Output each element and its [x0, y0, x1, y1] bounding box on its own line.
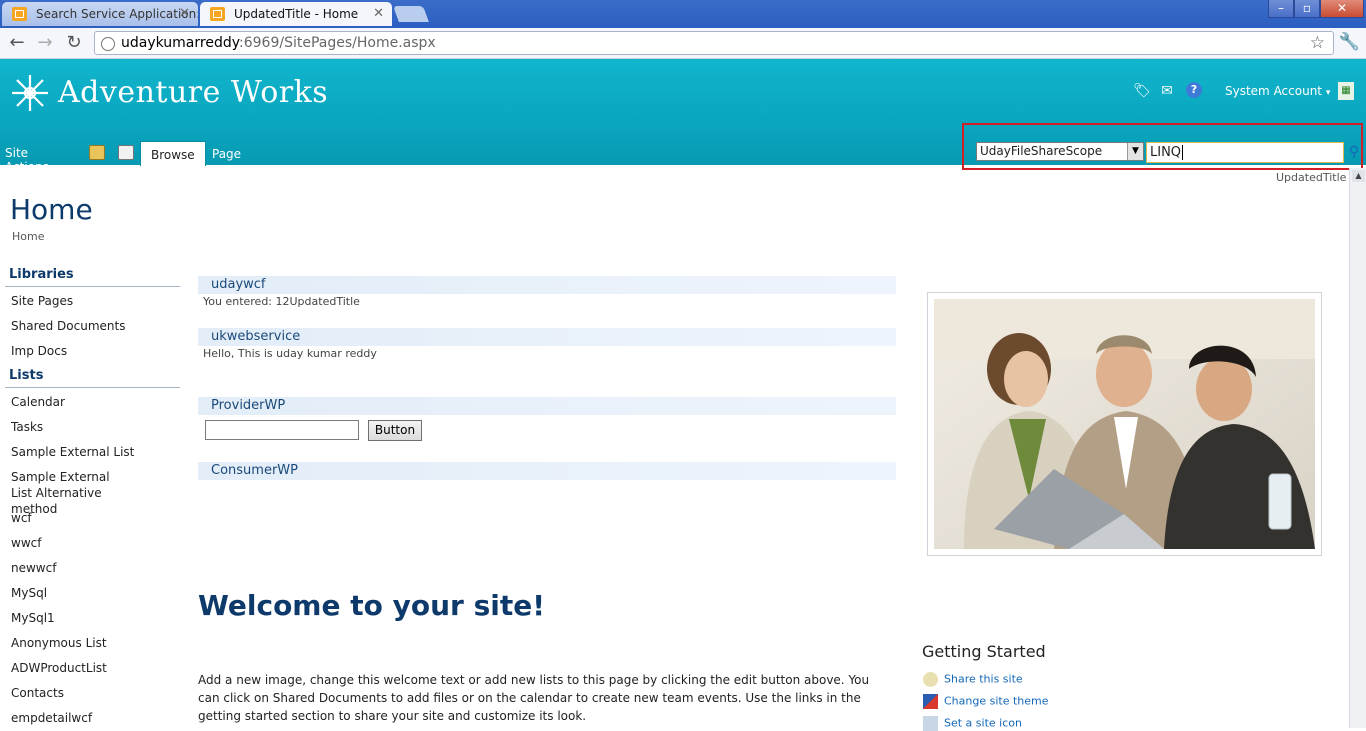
sidebar-item-wwcf[interactable]: wwcf — [11, 535, 171, 551]
sharepoint-favicon-icon — [210, 7, 225, 21]
adventure-works-logo-icon — [12, 75, 48, 111]
browser-tab-search-service[interactable]: Search Service Application: Vi ✕ — [2, 2, 198, 26]
close-window-button[interactable]: ✕ — [1320, 0, 1364, 18]
share-people-icon — [923, 672, 938, 687]
tab-label: Search Service Application: Vi — [36, 7, 198, 21]
browser-toolbar: ← → ↻ udaykumarreddy:6969/SitePages/Home… — [0, 28, 1366, 59]
address-bar[interactable]: udaykumarreddy:6969/SitePages/Home.aspx … — [94, 31, 1334, 55]
scroll-up-arrow-icon[interactable]: ▲ — [1352, 170, 1365, 182]
divider — [5, 286, 180, 287]
image-icon — [923, 716, 938, 731]
sidebar-item-sample-external-list[interactable]: Sample External List — [11, 444, 171, 460]
sidebar-item-wcf[interactable]: wcf — [11, 510, 171, 526]
quicklaunch-heading-lists[interactable]: Lists — [9, 368, 43, 383]
sidebar-item-calendar[interactable]: Calendar — [11, 394, 171, 410]
browser-tabstrip: Search Service Application: Vi ✕ Updated… — [0, 0, 1366, 28]
back-arrow-icon[interactable]: ← — [6, 32, 28, 54]
sidebar-item-newwcf[interactable]: newwcf — [11, 560, 171, 576]
url-text: udaykumarreddy:6969/SitePages/Home.aspx — [121, 35, 436, 51]
minimize-button[interactable]: – — [1268, 0, 1294, 18]
navigate-up-folder-icon[interactable] — [89, 145, 105, 160]
reload-icon[interactable]: ↻ — [63, 32, 85, 54]
export-excel-icon[interactable]: ▦ — [1338, 82, 1354, 100]
sidebar-item-tasks[interactable]: Tasks — [11, 419, 171, 435]
user-menu[interactable]: System Account ▾ — [1225, 84, 1330, 98]
page-title: Home — [10, 193, 93, 226]
site-actions-menu[interactable]: Site Actions ▾ — [5, 146, 49, 188]
sidebar-item-contacts[interactable]: Contacts — [11, 685, 171, 701]
breadcrumb[interactable]: Home — [12, 230, 44, 243]
sidebar-item-site-pages[interactable]: Site Pages — [11, 293, 171, 309]
welcome-heading: Welcome to your site! — [198, 589, 545, 622]
sidebar-item-imp-docs[interactable]: Imp Docs — [11, 343, 171, 359]
new-tab-button[interactable] — [393, 6, 429, 22]
getting-started-heading: Getting Started — [922, 642, 1046, 661]
tab-label: UpdatedTitle - Home — [234, 7, 359, 21]
webpart-title-udaywcf[interactable]: udaywcf — [198, 276, 896, 294]
sidebar-item-adwproductlist[interactable]: ADWProductList — [11, 660, 171, 676]
caret-down-icon: ▾ — [5, 178, 10, 188]
search-input[interactable]: LINQ — [1146, 142, 1344, 163]
dropdown-arrow-icon[interactable]: ▼ — [1127, 143, 1143, 160]
search-icon[interactable]: ⚲ — [1346, 143, 1362, 161]
webpart-title-consumerwp[interactable]: ConsumerWP — [198, 462, 896, 480]
sharepoint-favicon-icon — [12, 7, 27, 21]
maximize-button[interactable]: ▫ — [1294, 0, 1320, 18]
sidebar-item-anonymous-list[interactable]: Anonymous List — [11, 635, 171, 651]
tab-close-icon[interactable]: ✕ — [373, 2, 384, 26]
browser-tab-home[interactable]: UpdatedTitle - Home ✕ — [200, 2, 392, 26]
welcome-body-text: Add a new image, change this welcome tex… — [198, 673, 870, 723]
caret-down-icon: ▾ — [1325, 88, 1331, 98]
divider — [5, 387, 180, 388]
provider-text-input[interactable] — [205, 420, 359, 440]
tab-close-icon[interactable]: ✕ — [179, 2, 190, 26]
tag-icon[interactable]: 🏷 — [1133, 82, 1151, 100]
site-brand-title[interactable]: Adventure Works — [58, 75, 328, 110]
change-theme-link[interactable]: Change site theme — [923, 694, 1049, 709]
sidebar-item-mysql1[interactable]: MySql1 — [11, 610, 171, 626]
search-scope-select[interactable]: UdayFileShareScope ▼ — [976, 142, 1144, 161]
share-site-link[interactable]: Share this site — [923, 672, 1023, 687]
vertical-scrollbar[interactable]: ▲ — [1349, 168, 1366, 728]
bookmark-star-icon[interactable]: ☆ — [1310, 33, 1325, 53]
edit-page-icon[interactable] — [118, 145, 134, 160]
site-icon-link[interactable]: Set a site icon — [923, 716, 1022, 731]
globe-icon — [101, 37, 115, 51]
sidebar-item-mysql[interactable]: MySql — [11, 585, 171, 601]
webpart-text-ukwebservice: Hello, This is uday kumar reddy — [203, 347, 377, 360]
theme-icon — [923, 694, 938, 709]
team-photo-image — [934, 299, 1315, 549]
webpart-title-providerwp[interactable]: ProviderWP — [198, 397, 896, 415]
tab-browse[interactable]: Browse — [140, 141, 206, 166]
site-title-link[interactable]: UpdatedTitle — [1276, 171, 1346, 184]
tab-page[interactable]: Page — [212, 141, 241, 165]
webpart-text-udaywcf: You entered: 12UpdatedTitle — [203, 295, 360, 308]
webpart-title-ukwebservice[interactable]: ukwebservice — [198, 328, 896, 346]
forward-arrow-icon[interactable]: → — [34, 32, 56, 54]
provider-button[interactable]: Button — [368, 420, 422, 441]
help-icon[interactable]: ? — [1186, 82, 1202, 98]
sidebar-item-empdetailwcf[interactable]: empdetailwcf — [11, 710, 171, 726]
quicklaunch-heading-libraries[interactable]: Libraries — [9, 267, 74, 282]
welcome-image-frame — [927, 292, 1322, 556]
sidebar-item-shared-documents[interactable]: Shared Documents — [11, 318, 171, 334]
notes-icon[interactable]: ✉ — [1158, 82, 1176, 100]
wrench-icon[interactable]: 🔧 — [1339, 32, 1360, 52]
